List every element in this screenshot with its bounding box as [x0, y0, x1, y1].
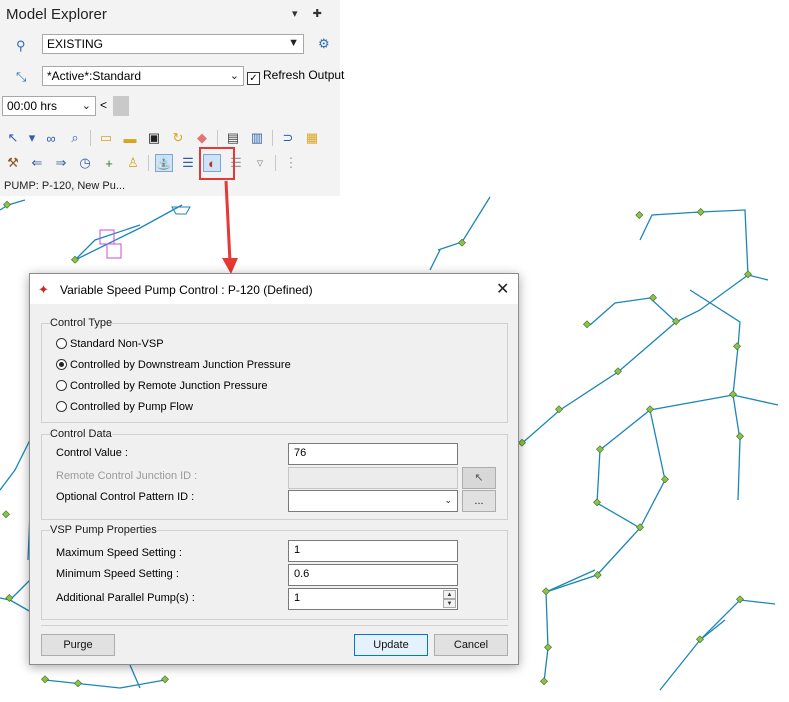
control-data-label: Control Data [50, 428, 112, 440]
radio-label: Controlled by Remote Junction Pressure [70, 380, 268, 392]
radio-standard-non-vsp[interactable]: Standard Non-VSP [56, 338, 164, 350]
vsp-control-dialog: ✦ Variable Speed Pump Control : P-120 (D… [29, 273, 519, 665]
max-speed-input[interactable]: 1 [288, 540, 458, 562]
parallel-pumps-label: Additional Parallel Pump(s) : [56, 592, 195, 604]
radio-label: Controlled by Downstream Junction Pressu… [70, 359, 291, 371]
radio-selected-icon [56, 359, 67, 370]
parallel-pumps-value: 1 [294, 592, 301, 604]
spin-up-icon[interactable]: ▲ [443, 590, 456, 599]
radio-label: Controlled by Pump Flow [70, 401, 193, 413]
radio-icon [56, 338, 67, 349]
pattern-label: Optional Control Pattern ID : [56, 491, 195, 503]
dialog-title: Variable Speed Pump Control : P-120 (Def… [60, 283, 313, 297]
min-speed-input[interactable]: 0.6 [288, 564, 458, 586]
pump-app-icon: ✦ [38, 282, 49, 297]
radio-icon [56, 401, 67, 412]
remote-junction-input [288, 467, 458, 489]
close-icon[interactable]: ✕ [496, 279, 509, 299]
pick-element-button: ↖ [462, 467, 496, 489]
spin-down-icon[interactable]: ▼ [443, 599, 456, 608]
radio-icon [56, 380, 67, 391]
dialog-titlebar: ✦ Variable Speed Pump Control : P-120 (D… [30, 274, 518, 304]
purge-button[interactable]: Purge [41, 634, 115, 656]
chevron-down-icon: ⌄ [444, 495, 452, 505]
update-button[interactable]: Update [354, 634, 428, 656]
pattern-dropdown[interactable]: ⌄ [288, 490, 458, 512]
min-speed-label: Minimum Speed Setting : [56, 568, 179, 580]
control-value-input[interactable]: 76 [288, 443, 458, 465]
control-type-label: Control Type [50, 317, 113, 329]
vsp-properties-label: VSP Pump Properties [50, 524, 157, 536]
max-speed-label: Maximum Speed Setting : [56, 547, 182, 559]
cursor-icon: ↖ [474, 472, 484, 484]
pattern-browse-button[interactable]: ... [462, 490, 496, 512]
radio-label: Standard Non-VSP [70, 338, 164, 350]
cancel-button[interactable]: Cancel [434, 634, 508, 656]
control-value-label: Control Value : [56, 447, 128, 459]
radio-pump-flow[interactable]: Controlled by Pump Flow [56, 401, 193, 413]
radio-downstream-pressure[interactable]: Controlled by Downstream Junction Pressu… [56, 359, 291, 371]
button-divider [41, 625, 508, 626]
parallel-pumps-stepper[interactable]: 1 ▲ ▼ [288, 588, 458, 610]
radio-remote-pressure[interactable]: Controlled by Remote Junction Pressure [56, 380, 267, 392]
remote-junction-label: Remote Control Junction ID : [56, 470, 198, 482]
